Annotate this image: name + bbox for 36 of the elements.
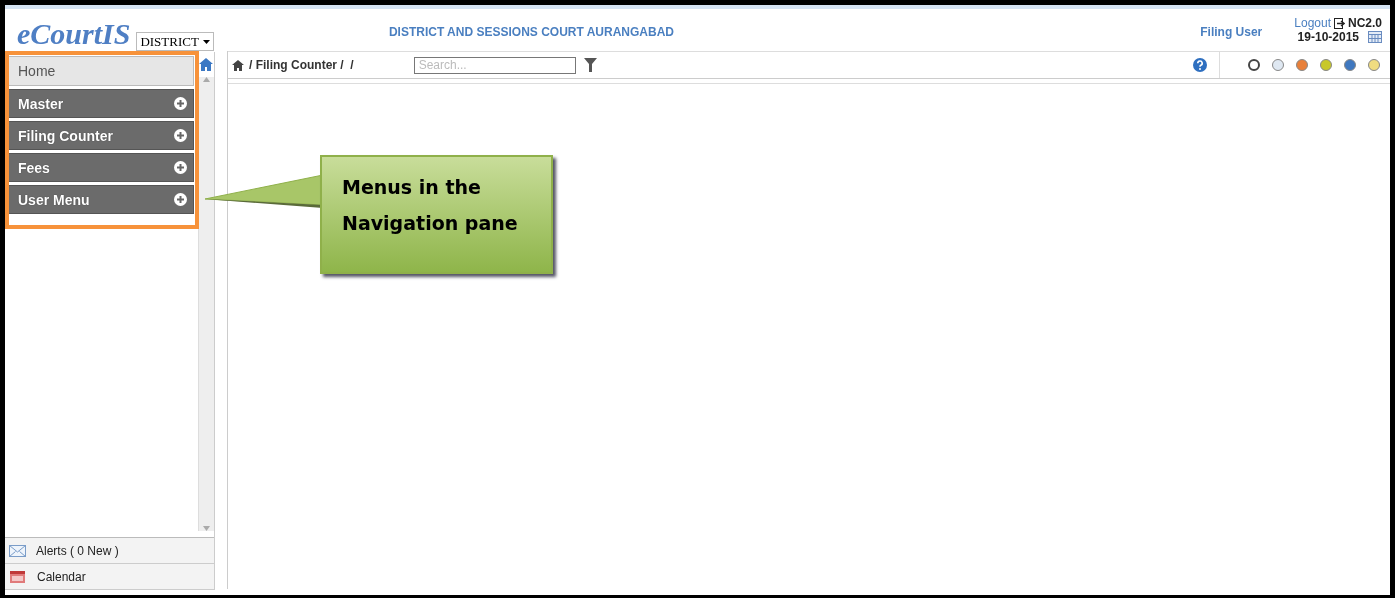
caret-icon xyxy=(202,40,210,44)
theme-swatch[interactable] xyxy=(1248,59,1260,71)
expand-icon[interactable] xyxy=(174,161,188,174)
court-type-dropdown[interactable]: DISTRICT xyxy=(136,32,214,51)
version-label: NC2.0 xyxy=(1348,16,1382,30)
breadcrumb: / Filing Counter / / xyxy=(249,58,354,72)
search-field[interactable]: Search... xyxy=(413,56,576,74)
court-title: DISTRICT AND SESSIONS COURT AURANGABAD xyxy=(388,25,674,39)
footer-link[interactable]: Alerts ( 0 New ) xyxy=(5,538,214,564)
menu-item[interactable]: Home xyxy=(7,56,195,86)
filter-icon[interactable] xyxy=(583,58,597,72)
theme-swatch[interactable] xyxy=(1272,59,1284,71)
user-name: Filing User xyxy=(1200,25,1263,39)
footer-link[interactable]: Calendar xyxy=(5,564,214,590)
calendar-icon[interactable] xyxy=(1368,31,1382,43)
exit-icon[interactable] xyxy=(1334,17,1345,29)
home-icon[interactable] xyxy=(199,58,214,71)
help-icon[interactable] xyxy=(1193,58,1207,72)
home-icon[interactable] xyxy=(232,59,244,71)
theme-swatch[interactable] xyxy=(1320,59,1332,71)
app-logo: eCourtIS xyxy=(17,18,131,50)
envelope-icon xyxy=(9,544,26,557)
calendar-icon xyxy=(10,570,25,583)
expand-icon[interactable] xyxy=(174,193,188,206)
expand-icon[interactable] xyxy=(174,97,188,110)
date-label: 19-10-2015 xyxy=(1297,30,1359,44)
theme-swatch[interactable] xyxy=(1296,59,1308,71)
theme-swatch[interactable] xyxy=(1368,59,1380,71)
menu-item[interactable]: Master xyxy=(7,89,195,118)
menu-item[interactable]: Fees xyxy=(7,153,195,182)
menu-item[interactable]: User Menu xyxy=(7,185,195,214)
menu-item[interactable]: Filing Counter xyxy=(7,121,195,150)
callout-box: Menus in the Navigation pane xyxy=(320,155,553,274)
logout-link[interactable]: Logout xyxy=(1294,16,1331,30)
theme-swatch[interactable] xyxy=(1344,59,1356,71)
expand-icon[interactable] xyxy=(174,129,188,142)
